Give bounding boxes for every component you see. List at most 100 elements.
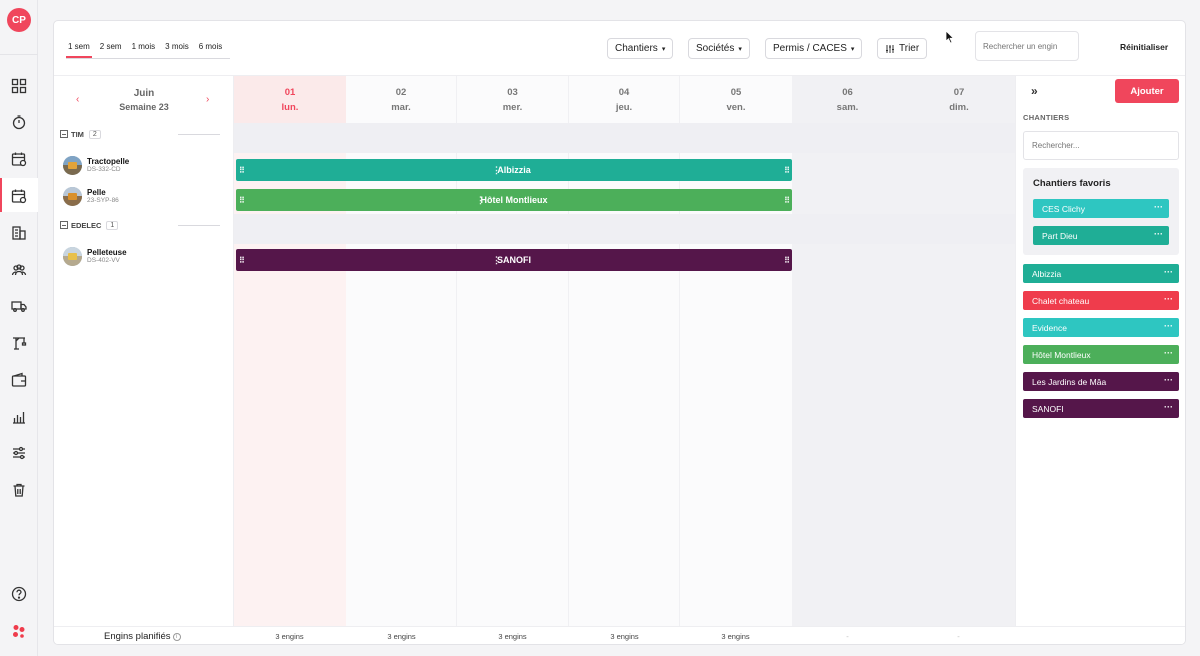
group-band-edelec (234, 214, 1015, 244)
chevron-down-icon: ▾ (850, 45, 855, 53)
societes-filter[interactable]: Sociétés ▾ (688, 38, 750, 59)
chantiers-panel: » Ajouter CHANTIERS Chantiers favoris CE… (1015, 76, 1185, 626)
machine-search-input[interactable] (975, 31, 1079, 61)
assignment-menu-icon[interactable]: ⋮ (492, 255, 501, 266)
assignment-menu-icon[interactable]: ⋮ (492, 165, 501, 176)
group-header-edelec[interactable]: EDELEC 1 (60, 218, 119, 232)
site-chip[interactable]: Albizzia ··· (1023, 264, 1179, 283)
more-options-icon[interactable]: ··· (1164, 267, 1173, 277)
site-chip[interactable]: Les Jardins de Mâa ··· (1023, 372, 1179, 391)
range-tab-1-sem[interactable]: 1 sem (66, 41, 92, 58)
crane-icon[interactable] (9, 333, 29, 353)
reset-button[interactable]: Réinitialiser (1120, 42, 1168, 52)
planned-footer: Engins planifiés i 3 engins 3 engins 3 en… (54, 626, 1185, 644)
help-icon[interactable] (9, 584, 29, 604)
machine-row[interactable]: Pelleteuse DS-402-VV (63, 246, 127, 266)
group-count-badge: 1 (106, 220, 119, 230)
favorite-chip[interactable]: Part Dieu ··· (1033, 226, 1169, 245)
day-column-weekend[interactable]: 07 dim. (903, 76, 1015, 626)
group-band-tim (234, 123, 1015, 153)
drag-handle-right-icon[interactable]: ⠿ (784, 256, 790, 265)
calendar-clock-icon[interactable] (9, 149, 29, 169)
stats-icon[interactable] (9, 407, 29, 427)
planned-count: - (957, 632, 960, 641)
favorite-chip[interactable]: CES Clichy ··· (1033, 199, 1169, 218)
drag-handle-left-icon[interactable]: ⠿ (239, 196, 245, 205)
planned-label: Engins planifiés i (104, 631, 181, 642)
drag-handle-left-icon[interactable]: ⠿ (239, 256, 245, 265)
next-week-button[interactable]: › (206, 94, 209, 105)
drag-handle-right-icon[interactable]: ⠿ (784, 166, 790, 175)
more-options-icon[interactable]: ··· (1154, 202, 1163, 212)
day-name: lun. (281, 102, 299, 113)
site-chip[interactable]: SANOFI ··· (1023, 399, 1179, 418)
assignment-bar[interactable]: ⠿ ⋮ Hôtel Montlieux ⠿ (236, 189, 792, 211)
more-options-icon[interactable]: ··· (1164, 321, 1173, 331)
range-tab-1-mois[interactable]: 1 mois (130, 41, 158, 58)
more-options-icon[interactable]: ··· (1164, 348, 1173, 358)
dashboard-icon[interactable] (9, 76, 29, 96)
day-column-weekend[interactable]: 06 sam. (792, 76, 903, 626)
chip-label: Albizzia (1032, 268, 1062, 279)
timer-icon[interactable] (9, 112, 29, 132)
chantiers-filter-label: Chantiers (615, 43, 658, 54)
collapse-panel-icon[interactable]: » (1031, 84, 1038, 98)
trash-icon[interactable] (9, 480, 29, 500)
chip-label: Hôtel Montlieux (1032, 349, 1091, 360)
chantiers-filter[interactable]: Chantiers ▾ (607, 38, 674, 59)
range-tab-6-mois[interactable]: 6 mois (197, 41, 225, 58)
rail-divider (0, 54, 38, 55)
permis-filter-label: Permis / CACES (773, 43, 847, 54)
machine-row[interactable]: Tractopelle DS-332-CD (63, 155, 129, 175)
chevron-down-icon: ▾ (661, 45, 666, 53)
planned-count: 3 engins (721, 632, 750, 641)
more-options-icon[interactable]: ··· (1154, 229, 1163, 239)
day-number: 02 (395, 87, 407, 98)
more-options-icon[interactable]: ··· (1164, 294, 1173, 304)
machine-plate: 23-SYP-86 (87, 197, 119, 204)
range-tab-3-mois[interactable]: 3 mois (163, 41, 191, 58)
buildings-icon[interactable] (9, 223, 29, 243)
site-chip[interactable]: Evidence ··· (1023, 318, 1179, 337)
chip-label: SANOFI (1032, 403, 1064, 414)
assignment-bar[interactable]: ⠿ ⋮ SANOFI ⠿ (236, 249, 792, 271)
societes-filter-label: Sociétés (696, 43, 735, 54)
info-icon[interactable]: i (172, 633, 181, 641)
machine-thumbnail (63, 246, 82, 266)
sort-button[interactable]: Trier (877, 38, 928, 59)
chantier-search-input[interactable] (1023, 131, 1179, 160)
day-number: 07 (953, 87, 965, 98)
day-number: 04 (618, 87, 630, 98)
settings-sliders-icon[interactable] (9, 443, 29, 463)
machine-thumbnail (63, 186, 82, 206)
machine-row[interactable]: Pelle 23-SYP-86 (63, 186, 119, 206)
wallet-icon[interactable] (9, 370, 29, 390)
site-chip[interactable]: Hôtel Montlieux ··· (1023, 345, 1179, 364)
permis-filter[interactable]: Permis / CACES ▾ (765, 38, 863, 59)
planning-calendar-icon[interactable] (9, 186, 29, 206)
range-tabs: 1 sem 2 sem 1 mois 3 mois 6 mois (66, 41, 231, 59)
mouse-cursor-icon (945, 30, 955, 44)
resource-column: ‹ Juin Semaine 23 › TIM 2 Tractopelle DS… (54, 76, 234, 626)
team-icon[interactable] (9, 260, 29, 280)
day-name: ven. (726, 102, 746, 113)
assignment-menu-icon[interactable]: ⋮ (476, 195, 485, 206)
drag-handle-right-icon[interactable]: ⠿ (784, 196, 790, 205)
collapse-group-icon[interactable] (60, 130, 68, 138)
drag-handle-left-icon[interactable]: ⠿ (239, 166, 245, 175)
add-button[interactable]: Ajouter (1115, 79, 1179, 103)
group-header-tim[interactable]: TIM 2 (60, 127, 101, 141)
range-tab-2-sem[interactable]: 2 sem (98, 41, 124, 58)
more-options-icon[interactable]: ··· (1164, 375, 1173, 385)
day-number: 05 (730, 87, 742, 98)
chip-label: Les Jardins de Mâa (1032, 376, 1107, 387)
collapse-group-icon[interactable] (60, 221, 68, 229)
avatar[interactable]: CP (7, 8, 31, 32)
more-options-icon[interactable]: ··· (1164, 402, 1173, 412)
chip-label: CES Clichy (1042, 203, 1085, 214)
truck-icon[interactable] (9, 296, 29, 316)
site-chip[interactable]: Chalet chateau ··· (1023, 291, 1179, 310)
assignment-bar[interactable]: ⠿ ⋮ Albizzia ⠿ (236, 159, 792, 181)
machine-thumbnail (63, 155, 82, 175)
day-number: 01 (284, 87, 296, 98)
